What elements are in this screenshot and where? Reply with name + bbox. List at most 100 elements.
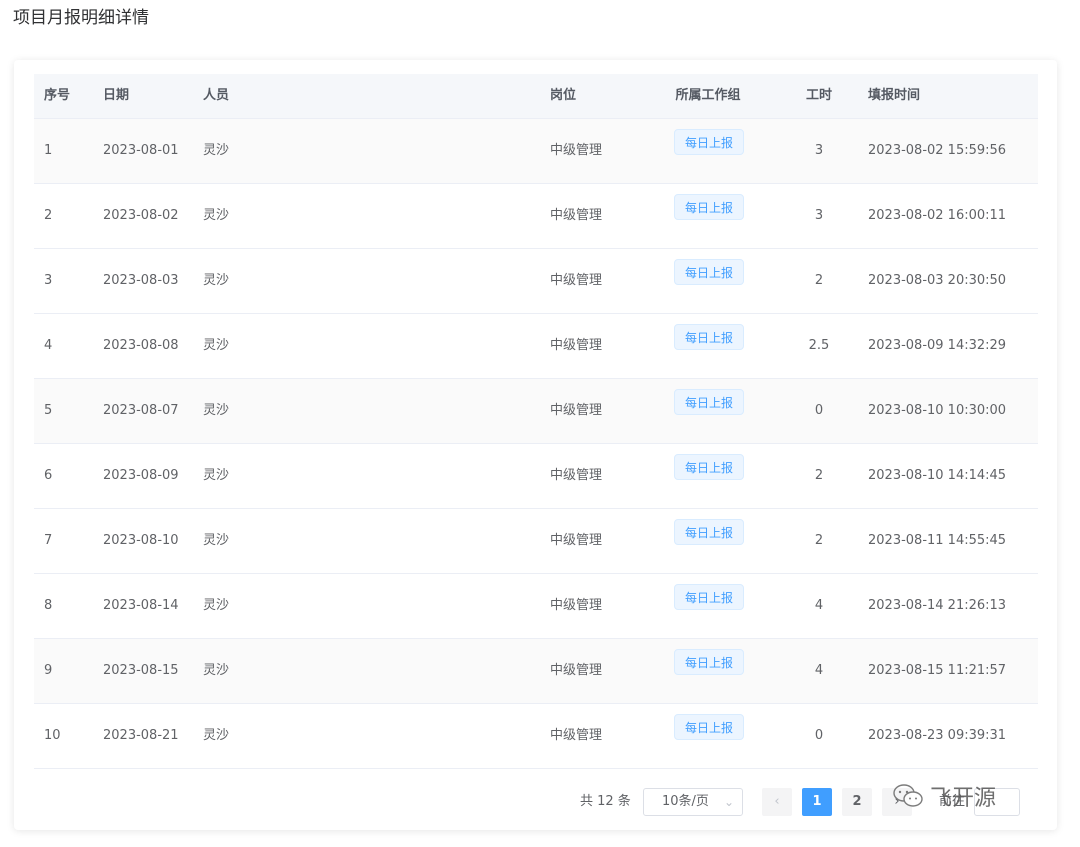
cell-post: 中级管理 [550, 403, 603, 418]
cell-time: 2023-08-02 16:00:11 [868, 208, 1007, 223]
cell-hours: 2 [814, 468, 824, 483]
cell-person: 灵沙 [203, 468, 230, 483]
group-tag: 每日上报 [674, 129, 745, 155]
cell-date: 2023-08-02 [103, 208, 179, 223]
cell-date: 2023-08-08 [103, 338, 179, 353]
group-tag: 每日上报 [674, 584, 745, 610]
cell-person: 灵沙 [203, 403, 230, 418]
column-header-post[interactable]: 岗位 [550, 74, 576, 118]
cell-hours: 0 [814, 728, 824, 743]
cell-time: 2023-08-14 21:26:13 [868, 598, 1007, 613]
cell-post: 中级管理 [550, 273, 603, 288]
group-tag: 每日上报 [674, 454, 745, 480]
cell-date: 2023-08-01 [103, 143, 179, 158]
cell-person: 灵沙 [203, 663, 230, 678]
watermark-text: 飞开源 [930, 786, 997, 811]
cell-person: 灵沙 [203, 728, 230, 743]
chevron-down-icon: ⌄ [723, 795, 734, 809]
group-tag: 每日上报 [674, 389, 745, 415]
table-header: 序号 日期 人员 岗位 所属工作组 工时 填报时间 [34, 74, 1038, 119]
cell-date: 2023-08-15 [103, 663, 179, 678]
cell-hours: 2 [814, 273, 824, 288]
cell-no: 4 [44, 338, 53, 353]
table-row[interactable]: 3 2023-08-03 灵沙 中级管理 2 2023-08-03 20:30:50 每日上… [34, 249, 1038, 314]
column-header-hours[interactable]: 工时 [794, 74, 844, 118]
column-header-person[interactable]: 人员 [203, 74, 229, 118]
cell-no: 8 [44, 598, 53, 613]
cell-hours: 0 [814, 403, 824, 418]
cell-person: 灵沙 [203, 143, 230, 158]
cell-no: 10 [44, 728, 61, 743]
cell-time: 2023-08-03 20:30:50 [868, 273, 1007, 288]
table-row[interactable]: 4 2023-08-08 灵沙 中级管理 2.5 2023-08-09 14:32:29 每… [34, 314, 1038, 379]
table-row[interactable]: 6 2023-08-09 灵沙 中级管理 2 2023-08-10 14:14:45 每日上… [34, 444, 1038, 509]
cell-post: 中级管理 [550, 533, 603, 548]
page-2-button[interactable]: 2 [842, 788, 872, 816]
cell-person: 灵沙 [203, 598, 230, 613]
cell-no: 3 [44, 273, 53, 288]
cell-time: 2023-08-09 14:32:29 [868, 338, 1007, 353]
cell-post: 中级管理 [550, 598, 603, 613]
group-tag: 每日上报 [674, 519, 745, 545]
table-row[interactable]: 2 2023-08-02 灵沙 中级管理 3 2023-08-02 16:00:11 每日上… [34, 184, 1038, 249]
column-header-no[interactable]: 序号 [44, 74, 70, 118]
cell-date: 2023-08-10 [103, 533, 179, 548]
table-row[interactable]: 9 2023-08-15 灵沙 中级管理 4 2023-08-15 11:21:57 每日上… [34, 639, 1038, 704]
column-header-group[interactable]: 所属工作组 [648, 74, 768, 118]
cell-date: 2023-08-14 [103, 598, 179, 613]
wechat-icon [893, 784, 923, 807]
group-tag: 每日上报 [674, 649, 745, 675]
cell-time: 2023-08-11 14:55:45 [868, 533, 1007, 548]
group-tag: 每日上报 [674, 194, 745, 220]
cell-person: 灵沙 [203, 273, 230, 288]
cell-post: 中级管理 [550, 663, 603, 678]
cell-hours: 4 [814, 663, 824, 678]
cell-post: 中级管理 [550, 338, 603, 353]
group-tag: 每日上报 [674, 324, 745, 350]
group-tag: 每日上报 [674, 259, 745, 285]
watermark: 飞开源 [892, 780, 996, 812]
page-1-button[interactable]: 1 [802, 788, 832, 816]
cell-post: 中级管理 [550, 143, 603, 158]
cell-hours: 4 [814, 598, 824, 613]
pagination-total: 共 12 条 [580, 794, 631, 809]
cell-person: 灵沙 [203, 533, 230, 548]
column-header-date[interactable]: 日期 [103, 74, 129, 118]
cell-hours: 2.5 [808, 338, 830, 353]
cell-time: 2023-08-23 09:39:31 [868, 728, 1007, 743]
cell-no: 1 [44, 143, 53, 158]
cell-hours: 3 [814, 208, 824, 223]
cell-hours: 2 [814, 533, 824, 548]
table-row[interactable]: 10 2023-08-21 灵沙 中级管理 0 2023-08-23 09:39:31 每日… [34, 704, 1038, 769]
cell-date: 2023-08-03 [103, 273, 179, 288]
prev-page-button[interactable]: ‹ [762, 788, 792, 816]
table-row[interactable]: 7 2023-08-10 灵沙 中级管理 2 2023-08-11 14:55:45 每日上… [34, 509, 1038, 574]
cell-date: 2023-08-07 [103, 403, 179, 418]
table-row[interactable]: 8 2023-08-14 灵沙 中级管理 4 2023-08-14 21:26:13 每日上… [34, 574, 1038, 639]
page-title: 项目月报明细详情 [13, 8, 149, 28]
cell-time: 2023-08-15 11:21:57 [868, 663, 1007, 678]
cell-hours: 3 [814, 143, 824, 158]
cell-post: 中级管理 [550, 208, 603, 223]
cell-time: 2023-08-10 10:30:00 [868, 403, 1007, 418]
table-row[interactable]: 5 2023-08-07 灵沙 中级管理 0 2023-08-10 10:30:00 每日上… [34, 379, 1038, 444]
cell-no: 6 [44, 468, 53, 483]
cell-no: 9 [44, 663, 53, 678]
cell-no: 2 [44, 208, 53, 223]
page-size-select[interactable]: 10条/页 ⌄ [643, 788, 743, 816]
cell-person: 灵沙 [203, 208, 230, 223]
table-card: 序号 日期 人员 岗位 所属工作组 工时 填报时间 1 2023-08-01 灵沙中… [14, 60, 1057, 830]
cell-post: 中级管理 [550, 468, 603, 483]
table-row[interactable]: 1 2023-08-01 灵沙 中级管理 3 2023-08-02 15:59:56 每日上… [34, 119, 1038, 184]
column-header-time[interactable]: 填报时间 [868, 74, 920, 118]
cell-no: 5 [44, 403, 53, 418]
cell-time: 2023-08-02 15:59:56 [868, 143, 1007, 158]
cell-date: 2023-08-09 [103, 468, 179, 483]
cell-post: 中级管理 [550, 728, 603, 743]
group-tag: 每日上报 [674, 714, 745, 740]
cell-date: 2023-08-21 [103, 728, 179, 743]
cell-person: 灵沙 [203, 338, 230, 353]
report-table: 序号 日期 人员 岗位 所属工作组 工时 填报时间 1 2023-08-01 灵沙中… [34, 74, 1038, 769]
table-body: 1 2023-08-01 灵沙 中级管理 3 2023-08-02 15:59:56 每日上… [34, 119, 1038, 769]
page-size-value: 10条/页 [662, 794, 709, 809]
